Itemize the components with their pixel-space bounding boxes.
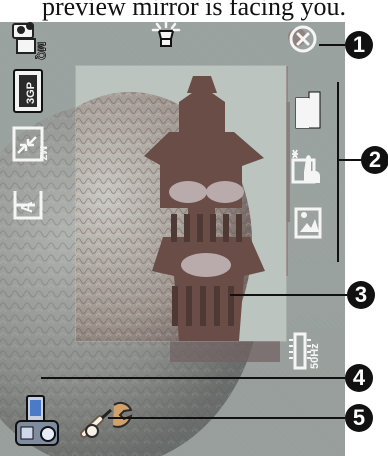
svg-text:A: A: [19, 201, 36, 213]
bottom-toolbar: [0, 388, 150, 456]
callout-5: 5: [345, 404, 373, 432]
live-preview-frame: [76, 66, 286, 341]
flicker-label: 50Hz: [309, 343, 321, 369]
callout-bracket-2: [337, 82, 339, 262]
quality-label: MQ: [35, 42, 47, 60]
live-preview-image: [76, 66, 286, 341]
callout-4: 4: [345, 364, 373, 392]
instruction-caption: preview mirror is facing you.: [0, 0, 388, 22]
callout-line-1: [319, 44, 345, 46]
callout-3: 3: [347, 281, 375, 309]
resize-icon[interactable]: MZ: [11, 125, 49, 165]
frame-card-icon[interactable]: [292, 90, 322, 130]
callout-line-3: [230, 294, 347, 296]
brightness-hand-icon[interactable]: [289, 146, 324, 186]
flicker-50hz-icon[interactable]: 50Hz: [285, 330, 323, 374]
callout-2: 2: [361, 146, 388, 174]
callout-line-4: [41, 377, 345, 379]
landscape-icon[interactable]: [293, 205, 325, 243]
callout-line-5: [108, 417, 345, 419]
device-camera-button[interactable]: [14, 393, 68, 455]
text-overlay-icon[interactable]: A: [11, 185, 47, 225]
callout-line-2: [337, 159, 361, 161]
flash-icon[interactable]: [150, 19, 182, 53]
video-mode-icon[interactable]: MQ: [12, 20, 50, 61]
callout-1: 1: [345, 31, 373, 59]
format-3gp-icon[interactable]: 3GP: [12, 68, 46, 114]
close-button[interactable]: [288, 24, 318, 54]
camera-preview-screen: MQ 3GP MZ A 50Hz: [0, 12, 345, 456]
format-label: 3GP: [25, 82, 37, 104]
tools-button[interactable]: [78, 400, 138, 446]
svg-text:MZ: MZ: [37, 146, 48, 160]
